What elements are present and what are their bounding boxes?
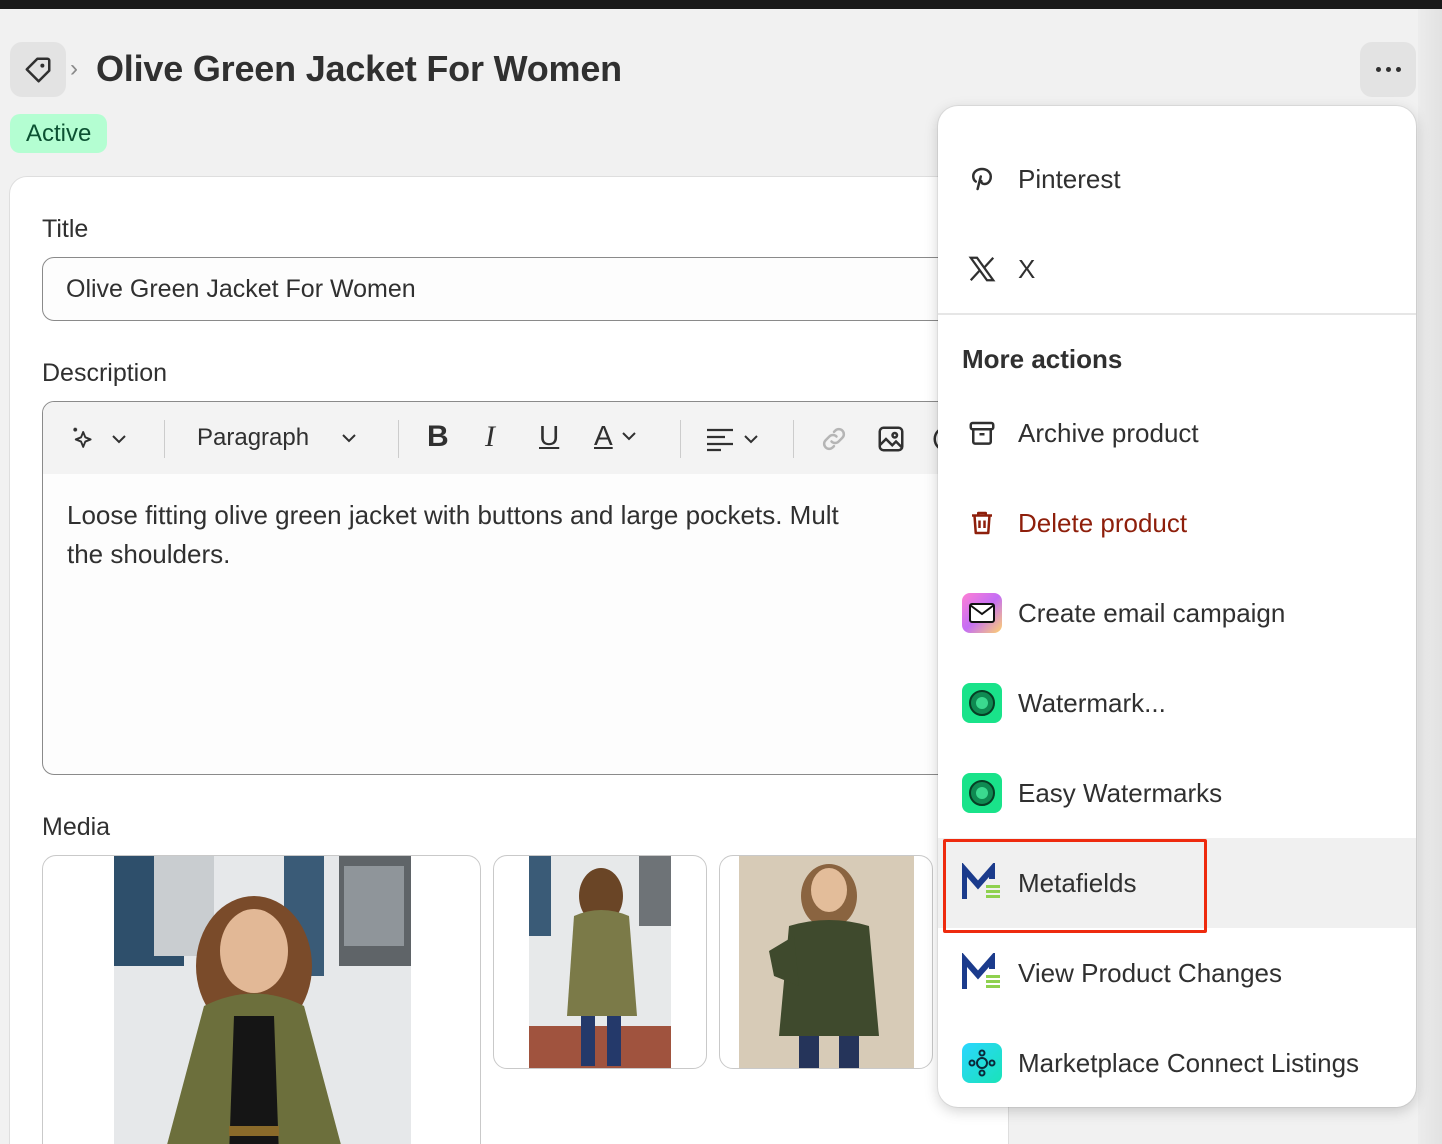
archive-icon — [962, 413, 1002, 453]
chevron-down-icon — [112, 435, 126, 444]
text-color-button[interactable]: A — [594, 420, 639, 452]
italic-button[interactable]: I — [485, 420, 495, 454]
menu-item-view-product-changes[interactable]: View Product Changes — [938, 928, 1416, 1018]
sparkle-icon — [73, 427, 92, 448]
ai-generate-button[interactable] — [69, 424, 129, 454]
paragraph-style-select[interactable]: Paragraph — [197, 424, 359, 452]
menu-item-label: Archive product — [1018, 417, 1199, 448]
more-actions-button[interactable] — [1360, 42, 1416, 97]
more-actions-menu: Pinterest X More actions Archive product… — [938, 106, 1416, 1107]
menu-item-easy-watermarks[interactable]: Easy Watermarks — [938, 748, 1416, 838]
window-edge — [1418, 9, 1442, 1144]
title-label: Title — [42, 215, 89, 243]
title-input[interactable] — [42, 257, 1002, 321]
breadcrumb-separator: › — [70, 55, 78, 82]
watermark-app-icon — [962, 683, 1002, 723]
highlight-annotation-box — [943, 839, 1207, 933]
media-item[interactable] — [493, 855, 707, 1069]
insert-link-button[interactable] — [819, 424, 849, 454]
trash-icon — [962, 503, 1002, 543]
underline-button[interactable]: U — [539, 420, 559, 452]
menu-item-marketplace-connect-listings[interactable]: Marketplace Connect Listings — [938, 1018, 1416, 1107]
chevron-down-icon — [744, 435, 758, 444]
menu-item-label: Pinterest — [1018, 163, 1121, 194]
chevron-down-icon — [342, 434, 356, 443]
paragraph-style-label: Paragraph — [197, 424, 310, 451]
status-badge: Active — [10, 114, 108, 153]
description-text[interactable]: Loose fitting olive green jacket with bu… — [67, 496, 967, 574]
description-line: the shoulders. — [67, 539, 231, 569]
toolbar-divider — [398, 420, 399, 458]
page-title: Olive Green Jacket For Women — [96, 48, 622, 89]
product-photo — [114, 856, 411, 1144]
metafields-app-icon — [962, 953, 1002, 993]
menu-item-label: X — [1018, 253, 1036, 284]
image-icon — [878, 426, 904, 452]
link-icon — [822, 427, 846, 451]
menu-item-label: Watermark... — [1018, 687, 1166, 718]
menu-section-title: More actions — [962, 344, 1123, 374]
menu-item-label: Marketplace Connect Listings — [1018, 1047, 1360, 1078]
description-label: Description — [42, 359, 168, 387]
pinterest-icon — [962, 159, 1002, 199]
align-button[interactable] — [705, 426, 761, 452]
x-logo-icon — [962, 249, 1002, 289]
editor-toolbar: Paragraph B I U A — [43, 402, 1001, 474]
marketplace-app-icon — [962, 1043, 1002, 1083]
tag-icon — [25, 57, 51, 82]
menu-item-pinterest[interactable]: Pinterest — [938, 134, 1416, 224]
description-editor[interactable]: Paragraph B I U A Loose fitting olive gr… — [42, 401, 1002, 775]
menu-item-delete-product[interactable]: Delete product — [938, 478, 1416, 568]
menu-divider — [938, 313, 1416, 315]
media-label: Media — [42, 813, 111, 841]
more-dots-icon — [1375, 67, 1381, 72]
watermark-app-icon — [962, 773, 1002, 813]
media-item-primary[interactable] — [42, 855, 481, 1144]
menu-item-archive-product[interactable]: Archive product — [938, 388, 1416, 478]
bold-button[interactable]: B — [427, 420, 449, 454]
toolbar-divider — [164, 420, 165, 458]
product-photo — [529, 856, 671, 1068]
description-line: Loose fitting olive green jacket with bu… — [67, 500, 839, 530]
chevron-down-icon — [621, 432, 636, 441]
menu-item-watermark[interactable]: Watermark... — [938, 658, 1416, 748]
insert-image-button[interactable] — [876, 424, 906, 454]
products-breadcrumb-button[interactable] — [10, 42, 66, 97]
media-item[interactable] — [719, 855, 933, 1069]
product-photo — [739, 856, 914, 1068]
menu-item-label: Easy Watermarks — [1018, 777, 1223, 808]
menu-item-x[interactable]: X — [938, 224, 1416, 314]
toolbar-divider — [793, 420, 794, 458]
menu-item-create-email-campaign[interactable]: Create email campaign — [938, 568, 1416, 658]
text-color-label: A — [594, 420, 613, 451]
menu-item-label: Create email campaign — [1018, 597, 1286, 628]
menu-item-label: Delete product — [1018, 507, 1188, 538]
align-left-icon — [707, 428, 733, 452]
toolbar-divider — [680, 420, 681, 458]
menu-item-label: View Product Changes — [1018, 957, 1283, 988]
window-top-bar — [0, 0, 1442, 9]
email-app-icon — [962, 593, 1002, 633]
